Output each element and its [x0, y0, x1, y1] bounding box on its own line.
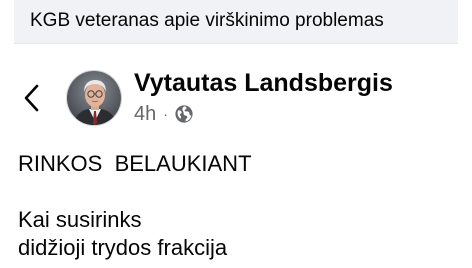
globe-icon[interactable]: [174, 104, 194, 124]
post-text-line: RINKOS BELAUKIANT: [18, 151, 252, 176]
post-body: RINKOS BELAUKIANT Kai susirinks didžioji…: [18, 150, 458, 262]
author-name[interactable]: Vytautas Landsbergis: [134, 68, 393, 98]
chevron-left-icon: [24, 84, 39, 112]
quoted-post-bar[interactable]: KGB veteranas apie virškinimo problemas: [14, 0, 458, 44]
back-button[interactable]: [16, 80, 46, 116]
author-photo: [67, 71, 121, 125]
post-text-line: didžioji trydos frakcija: [18, 235, 228, 260]
post-screen: KGB veteranas apie virškinimo problemas: [0, 0, 472, 268]
post-text-line: Kai susirinks: [18, 207, 142, 232]
meta-separator: ·: [163, 106, 168, 122]
quoted-post-title: KGB veteranas apie virškinimo problemas: [30, 10, 384, 31]
post-meta: 4h ·: [134, 102, 194, 126]
post-timestamp[interactable]: 4h: [134, 102, 156, 126]
avatar[interactable]: [66, 70, 122, 126]
